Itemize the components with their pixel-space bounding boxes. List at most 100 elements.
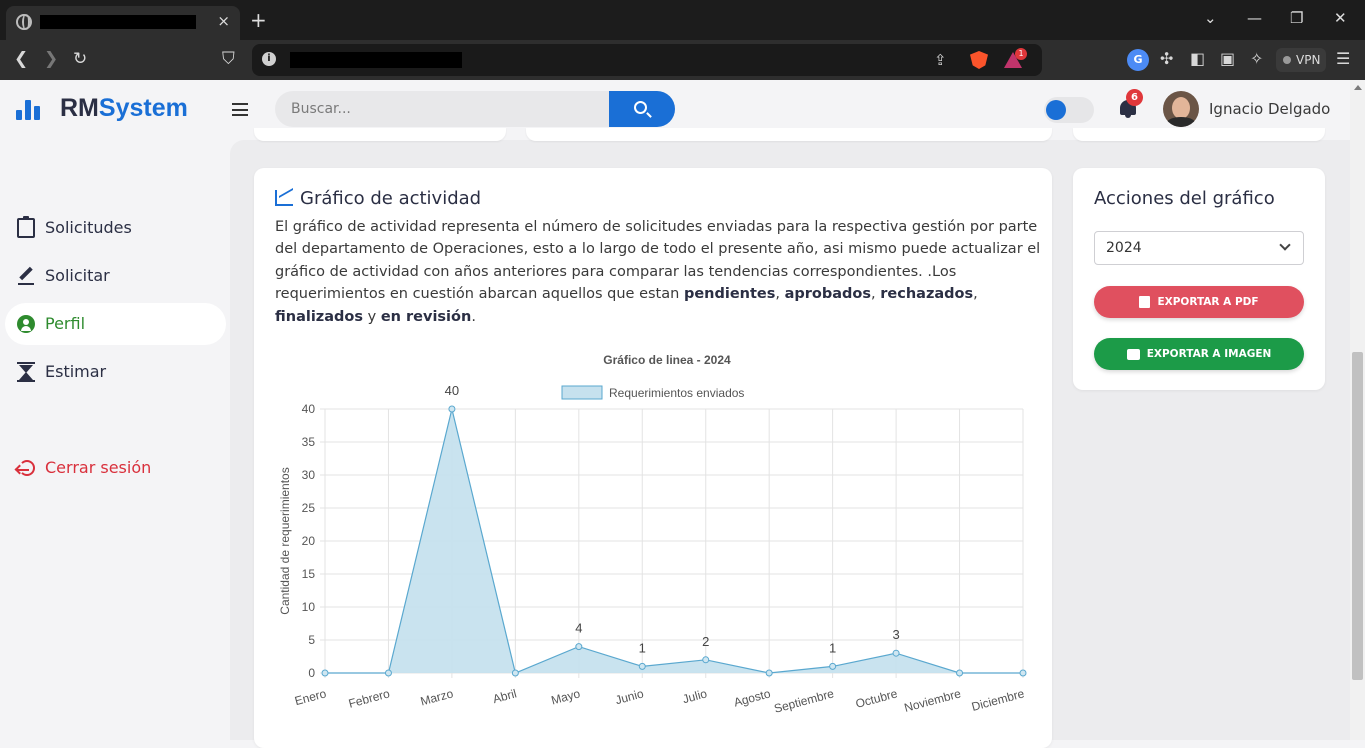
globe-icon xyxy=(16,14,32,30)
avatar[interactable] xyxy=(1163,91,1199,127)
rewards-badge: 1 xyxy=(1015,48,1027,60)
search-input[interactable] xyxy=(275,91,609,127)
data-point xyxy=(765,669,773,677)
search-bar xyxy=(275,91,675,127)
data-point xyxy=(892,649,900,657)
x-tick-label: Abril xyxy=(491,686,518,706)
restore-icon[interactable]: ❐ xyxy=(1290,9,1303,27)
x-tick-label: Diciembre xyxy=(970,686,1026,714)
menu-toggle-icon[interactable] xyxy=(232,103,248,116)
data-point xyxy=(956,669,964,677)
theme-toggle[interactable] xyxy=(1044,97,1094,123)
search-icon xyxy=(634,101,647,114)
data-label: 3 xyxy=(892,627,899,642)
export-pdf-button[interactable]: EXPORTAR A PDF xyxy=(1094,286,1304,318)
scroll-up-icon[interactable] xyxy=(1354,85,1362,90)
bookmark-icon[interactable]: ⛉ xyxy=(222,49,235,69)
scrollbar-thumb[interactable] xyxy=(1352,352,1363,680)
data-label: 2 xyxy=(702,634,709,649)
y-tick-label: 35 xyxy=(302,435,316,449)
clipboard-icon xyxy=(17,216,35,238)
extensions-icon[interactable]: ✣ xyxy=(1160,49,1173,68)
data-point xyxy=(448,405,456,413)
data-label: 1 xyxy=(829,640,836,655)
sidebar-toggle-icon[interactable]: ◧ xyxy=(1190,49,1205,68)
x-tick-label: Agosto xyxy=(732,686,772,709)
x-tick-label: Febrero xyxy=(347,686,392,710)
wallet-icon[interactable]: ▣ xyxy=(1220,49,1235,68)
x-tick-label: Junio xyxy=(614,686,646,707)
reload-icon[interactable]: ↻ xyxy=(73,49,87,69)
year-select-value: 2024 xyxy=(1106,240,1142,256)
logout-label: Cerrar sesión xyxy=(45,458,152,477)
x-tick-label: Marzo xyxy=(419,686,455,708)
export-image-button[interactable]: EXPORTAR A IMAGEN xyxy=(1094,338,1304,370)
data-point xyxy=(321,669,329,677)
logout-icon xyxy=(17,460,35,476)
logout-button[interactable]: Cerrar sesión xyxy=(5,447,226,489)
x-tick-label: Enero xyxy=(293,686,328,708)
y-tick-label: 25 xyxy=(302,501,316,515)
sidebar-item-label: Solicitar xyxy=(45,266,110,285)
activity-line-chart: Gráfico de linea - 2024 Requerimientos e… xyxy=(278,353,1027,716)
minimize-icon[interactable]: — xyxy=(1247,9,1262,27)
data-point xyxy=(1019,669,1027,677)
site-info-icon[interactable]: i xyxy=(262,52,276,66)
data-point xyxy=(702,656,710,664)
actions-title: Acciones del gráfico xyxy=(1094,188,1275,209)
sidebar-item-label: Estimar xyxy=(45,362,107,381)
y-tick-label: 20 xyxy=(302,534,316,548)
share-icon[interactable]: ⇪ xyxy=(934,51,947,69)
browser-toolbar: ❮ ❯ ↻ ⛉ i ⇪ 1 G ✣ ◧ ▣ ✧ VPN ☰ xyxy=(0,40,1365,80)
chart-title: Gráfico de linea - 2024 xyxy=(603,353,731,367)
close-tab-button[interactable]: × xyxy=(217,12,230,30)
new-tab-button[interactable]: + xyxy=(250,8,267,32)
y-tick-label: 10 xyxy=(302,600,316,614)
back-icon[interactable]: ❮ xyxy=(14,49,28,69)
legend-label[interactable]: Requerimientos enviados xyxy=(609,386,744,400)
x-tick-label: Octubre xyxy=(854,686,899,711)
page-scrollbar[interactable] xyxy=(1350,80,1365,740)
user-name[interactable]: Ignacio Delgado xyxy=(1209,100,1330,118)
sidebar: Solicitudes Solicitar Perfil Estimar Cer… xyxy=(0,140,230,740)
activity-chart-card: Gráfico de actividad El gráfico de activ… xyxy=(254,168,1052,748)
x-tick-label: Noviembre xyxy=(903,686,963,715)
data-point xyxy=(384,669,392,677)
y-tick-label: 5 xyxy=(308,633,315,647)
chart-actions-card: Acciones del gráfico 2024 EXPORTAR A PDF… xyxy=(1073,168,1325,390)
address-bar[interactable]: i ⇪ xyxy=(252,44,1042,76)
image-icon xyxy=(1126,348,1140,360)
y-tick-label: 40 xyxy=(302,402,316,416)
app-logo[interactable]: RMSystem xyxy=(60,94,188,123)
x-tick-label: Mayo xyxy=(550,686,582,707)
redacted-tab-title xyxy=(40,15,196,29)
year-select[interactable]: 2024 xyxy=(1094,231,1304,265)
notifications-badge: 6 xyxy=(1126,89,1143,106)
leo-ai-icon[interactable]: ✧ xyxy=(1250,49,1263,68)
close-window-icon[interactable]: ✕ xyxy=(1334,9,1347,27)
sidebar-item-estimar[interactable]: Estimar xyxy=(5,351,226,393)
pen-icon xyxy=(17,266,35,286)
x-tick-label: Septiembre xyxy=(773,686,836,715)
data-point xyxy=(638,662,646,670)
vpn-button[interactable]: VPN xyxy=(1276,48,1326,72)
tab-search-chevron-icon[interactable]: ⌄ xyxy=(1204,9,1217,27)
sidebar-item-solicitudes[interactable]: Solicitudes xyxy=(5,207,226,249)
data-label: 4 xyxy=(575,621,582,636)
search-button[interactable] xyxy=(609,91,675,127)
menu-icon[interactable]: ☰ xyxy=(1336,49,1350,68)
sidebar-item-solicitar[interactable]: Solicitar xyxy=(5,255,226,297)
x-tick-label: Julio xyxy=(681,686,709,706)
user-circle-icon xyxy=(17,315,35,333)
y-axis-label: Cantidad de requerimientos xyxy=(278,467,292,614)
browser-tab[interactable]: × xyxy=(6,6,240,40)
forward-icon[interactable]: ❯ xyxy=(44,49,58,69)
legend-swatch[interactable] xyxy=(561,385,603,400)
translate-extension-icon[interactable]: G xyxy=(1127,49,1149,71)
data-point xyxy=(511,669,519,677)
summary-card-stub xyxy=(254,128,506,141)
sidebar-item-perfil[interactable]: Perfil xyxy=(5,303,226,345)
logo-bars-icon xyxy=(16,96,44,120)
sidebar-item-label: Solicitudes xyxy=(45,218,132,237)
summary-card-stub xyxy=(526,128,1052,141)
